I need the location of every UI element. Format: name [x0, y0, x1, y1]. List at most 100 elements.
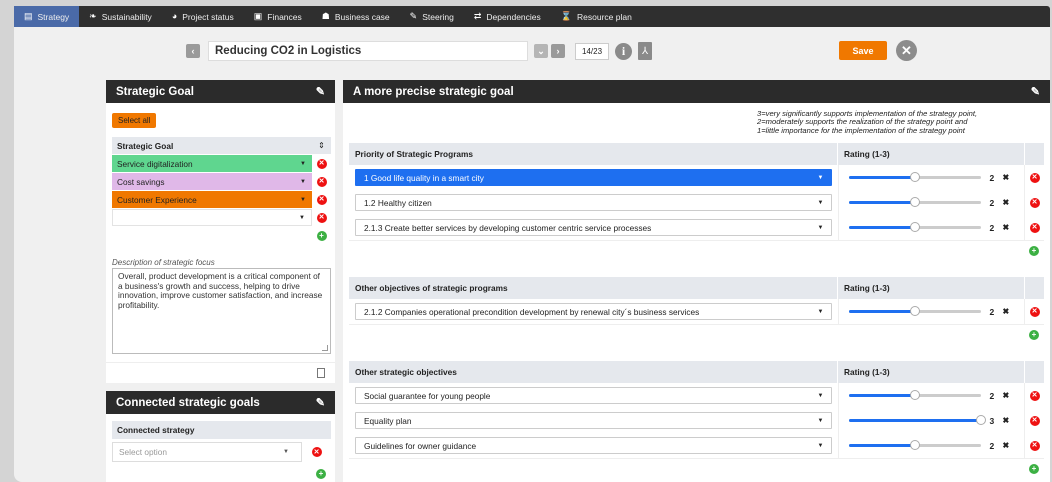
section-header: Other objectives of strategic programs Ra…	[349, 277, 1044, 299]
resize-handle-icon[interactable]	[322, 345, 328, 351]
dropdown-arrow-icon: ▼	[817, 442, 824, 449]
clear-rating-icon[interactable]: ✖	[1002, 441, 1009, 450]
program-label: 2.1.3 Create better services by developi…	[364, 222, 652, 233]
nav-item-sustainability[interactable]: ❧ Sustainability	[79, 6, 162, 27]
select-all-button[interactable]: Select all	[112, 113, 157, 128]
strategic-goal-select[interactable]: Service digitalization ▼	[112, 155, 312, 172]
previous-record-button[interactable]: ‹	[186, 44, 200, 58]
slider-thumb[interactable]	[976, 415, 987, 425]
info-icon[interactable]: i	[615, 42, 633, 60]
clear-rating-icon[interactable]: ✖	[1002, 391, 1009, 400]
remove-cell: ✕	[302, 447, 331, 457]
remove-icon[interactable]: ✕	[1029, 306, 1040, 317]
record-header: ‹ Reducing CO2 in Logistics ⌄ › 14/23 i …	[186, 41, 653, 61]
strategic-goal-select[interactable]: Customer Experience ▼	[112, 191, 312, 208]
remove-icon[interactable]: ✕	[1029, 172, 1040, 183]
rating-slider[interactable]	[849, 222, 982, 232]
pencil-icon[interactable]: ✎	[1031, 85, 1040, 98]
remove-cell: ✕	[1024, 165, 1044, 190]
program-select[interactable]: Social guarantee for young people ▼	[355, 387, 833, 404]
dropdown-arrow-icon: ▼	[817, 174, 824, 181]
rating-header: Rating (1-3)	[837, 143, 1024, 165]
program-select[interactable]: 2.1.3 Create better services by developi…	[355, 219, 833, 236]
add-program-icon[interactable]: +	[1029, 246, 1039, 256]
clear-rating-icon[interactable]: ✖	[1002, 198, 1009, 207]
strategic-goal-label: Cost savings	[117, 176, 165, 187]
clear-rating-icon[interactable]: ✖	[1002, 223, 1009, 232]
pencil-icon[interactable]: ✎	[316, 396, 325, 409]
pdf-icon[interactable]: ⅄	[638, 42, 653, 60]
remove-icon[interactable]: ✕	[316, 212, 327, 223]
strategic-goal-label: Service digitalization	[117, 158, 193, 169]
strategic-goal-title: Strategic Goal	[116, 85, 194, 98]
briefcase-icon: ☗	[321, 11, 330, 21]
connected-goals-header: Connected strategic goals ✎	[106, 391, 335, 414]
connected-strategy-select[interactable]: Select option ▼	[112, 442, 302, 462]
description-text: Overall, product development is a critic…	[118, 271, 323, 310]
program-select[interactable]: 1 Good life quality in a smart city ▼	[355, 169, 833, 186]
remove-icon[interactable]: ✕	[1029, 390, 1040, 401]
rating-slider[interactable]	[849, 197, 982, 207]
add-goal-icon[interactable]: +	[316, 230, 327, 241]
slider-thumb[interactable]	[910, 306, 921, 316]
remove-icon[interactable]: ✕	[316, 158, 327, 169]
save-button[interactable]: Save	[839, 41, 887, 60]
rating-value: 2	[989, 222, 995, 233]
nav-item-business-case[interactable]: ☗ Business case	[312, 6, 400, 27]
nav-item-steering[interactable]: ✎ Steering	[400, 6, 464, 27]
add-program-icon[interactable]: +	[1029, 464, 1039, 474]
strategic-goal-select[interactable]: Cost savings ▼	[112, 173, 312, 190]
strategic-goal-card: Strategic Goal ✎ Select all Strategic Go…	[106, 80, 335, 383]
dropdown-toggle-button[interactable]: ⌄	[534, 44, 548, 58]
rating-slider[interactable]	[849, 390, 982, 400]
rating-row: Social guarantee for young people ▼ 2 ✖ ✕	[349, 383, 1044, 408]
remove-icon[interactable]: ✕	[1029, 415, 1040, 426]
money-icon: ▣	[253, 11, 263, 21]
add-connected-icon[interactable]: +	[316, 469, 326, 479]
description-textarea[interactable]: Overall, product development is a critic…	[112, 268, 331, 354]
rating-slider[interactable]	[849, 172, 982, 182]
rating-legend: 3=very significantly supports implementa…	[757, 109, 1041, 135]
dropdown-arrow-icon: ▼	[817, 308, 824, 315]
slider-thumb[interactable]	[910, 390, 921, 400]
slider-thumb[interactable]	[910, 222, 921, 232]
nav-item-dependencies[interactable]: ⇄ Dependencies	[464, 6, 551, 27]
nav-item-project-status[interactable]: ◕ Project status	[162, 6, 244, 27]
remove-icon[interactable]: ✕	[316, 194, 327, 205]
dropdown-arrow-icon: ▼	[283, 449, 289, 455]
nav-item-finances[interactable]: ▣ Finances	[244, 6, 312, 27]
program-label: Social guarantee for young people	[364, 390, 491, 401]
program-select[interactable]: 1.2 Healthy citizen ▼	[355, 194, 833, 211]
rating-slider[interactable]	[849, 440, 982, 450]
precise-goal-header: A more precise strategic goal ✎	[343, 80, 1050, 103]
next-record-button[interactable]: ›	[551, 44, 565, 58]
clear-rating-icon[interactable]: ✖	[1002, 307, 1009, 316]
remove-icon[interactable]: ✕	[1029, 440, 1040, 451]
remove-icon[interactable]: ✕	[1029, 222, 1040, 233]
rating-slider[interactable]	[849, 306, 982, 316]
strategic-goal-select[interactable]: ▼	[112, 209, 312, 226]
remove-icon[interactable]: ✕	[316, 176, 327, 187]
clear-rating-icon[interactable]: ✖	[1002, 173, 1009, 182]
program-select[interactable]: 2.1.2 Companies operational precondition…	[355, 303, 833, 320]
remove-icon[interactable]: ✕	[1029, 197, 1040, 208]
nav-item-resource-plan[interactable]: ⌛ Resource plan	[551, 6, 642, 27]
remove-cell: ✕	[312, 212, 331, 223]
program-select[interactable]: Guidelines for owner guidance ▼	[355, 437, 833, 454]
program-select[interactable]: Equality plan ▼	[355, 412, 833, 429]
remove-icon[interactable]: ✕	[311, 447, 322, 457]
pencil-icon[interactable]: ✎	[316, 85, 325, 98]
add-program-icon[interactable]: +	[1029, 330, 1039, 340]
strategic-goal-row: Customer Experience ▼ ✕	[112, 191, 331, 209]
select-all-wrap: Select all	[112, 113, 157, 128]
slider-thumb[interactable]	[910, 172, 921, 182]
close-icon[interactable]: ✕	[896, 40, 917, 61]
remove-cell: ✕	[1024, 190, 1044, 215]
document-icon[interactable]	[317, 368, 325, 378]
sort-icon[interactable]: ⇕	[312, 141, 331, 150]
clear-rating-icon[interactable]: ✖	[1002, 416, 1009, 425]
rating-slider[interactable]	[849, 415, 987, 425]
slider-thumb[interactable]	[910, 197, 921, 207]
nav-item-strategy[interactable]: ▤ Strategy	[14, 6, 80, 27]
slider-thumb[interactable]	[910, 440, 921, 450]
